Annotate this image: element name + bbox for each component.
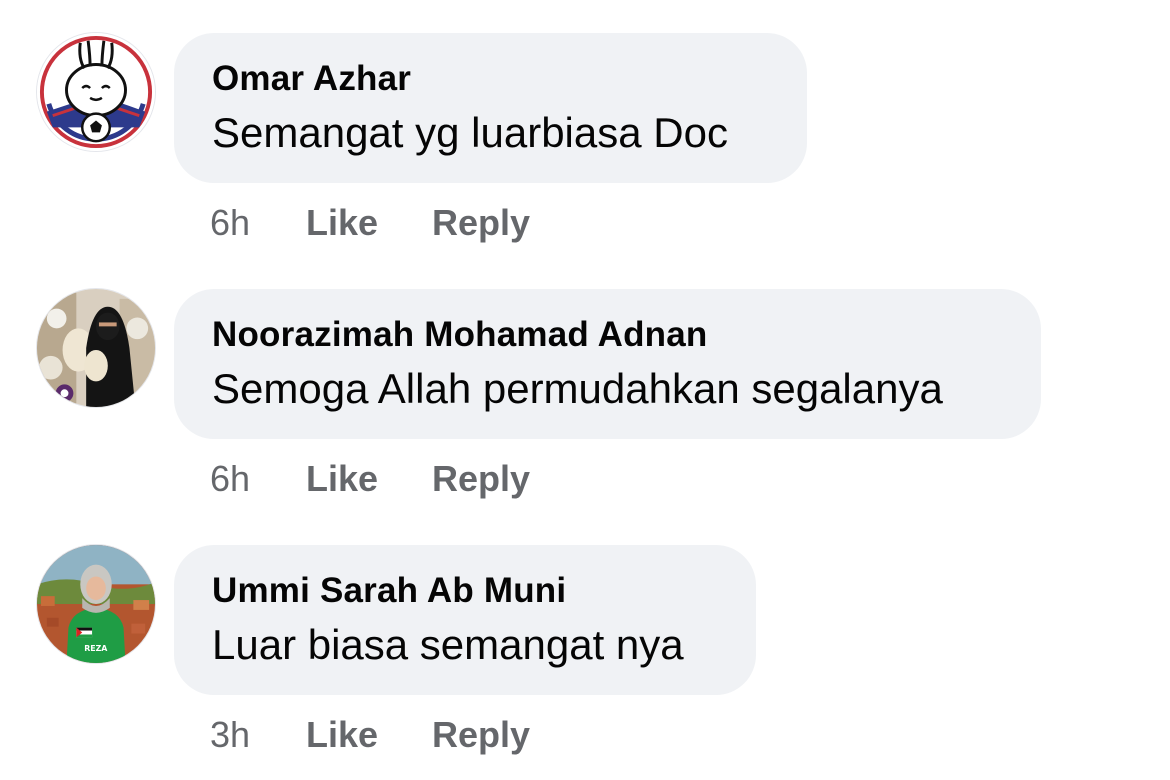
niqab-woman-photo-avatar-icon (37, 289, 155, 407)
cartoon-rabbit-football-avatar-icon (37, 33, 155, 151)
comment-actions: 3h Like Reply (210, 712, 530, 758)
comment-timestamp[interactable]: 6h (210, 202, 306, 244)
reply-button[interactable]: Reply (432, 714, 530, 756)
like-button[interactable]: Like (306, 714, 432, 756)
comment-timestamp[interactable]: 6h (210, 458, 306, 500)
avatar[interactable] (36, 288, 156, 408)
avatar[interactable]: REZA (36, 544, 156, 664)
comment-bubble: Ummi Sarah Ab Muni Luar biasa semangat n… (174, 545, 756, 695)
comment-author[interactable]: Ummi Sarah Ab Muni (212, 569, 718, 613)
reply-button[interactable]: Reply (432, 202, 530, 244)
like-button[interactable]: Like (306, 458, 432, 500)
comment-text: Luar biasa semangat nya (212, 621, 684, 668)
comment-bubble: Omar Azhar Semangat yg luarbiasa Doc (174, 33, 807, 183)
comment-author[interactable]: Omar Azhar (212, 57, 769, 101)
hoodie-text: REZA (84, 644, 108, 653)
reply-button[interactable]: Reply (432, 458, 530, 500)
hijab-woman-green-hoodie-avatar-icon: REZA (37, 545, 155, 663)
comment-text: Semangat yg luarbiasa Doc (212, 109, 728, 156)
comment-actions: 6h Like Reply (210, 456, 530, 502)
like-button[interactable]: Like (306, 202, 432, 244)
comment-actions: 6h Like Reply (210, 200, 530, 246)
comment-author[interactable]: Noorazimah Mohamad Adnan (212, 313, 1003, 357)
comment-bubble: Noorazimah Mohamad Adnan Semoga Allah pe… (174, 289, 1041, 439)
avatar[interactable] (36, 32, 156, 152)
comment-text: Semoga Allah permudahkan segalanya (212, 365, 943, 412)
comment-timestamp[interactable]: 3h (210, 714, 306, 756)
